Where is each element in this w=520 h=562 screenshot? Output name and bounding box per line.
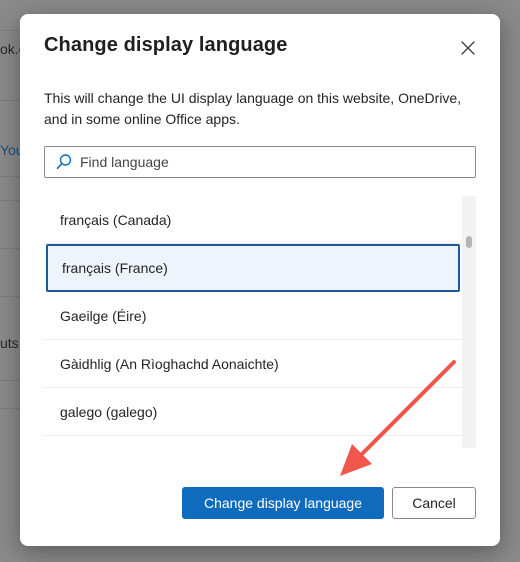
bg-divider [0, 100, 20, 101]
bg-divider [0, 30, 20, 31]
list-item-language[interactable]: Gaeilge (Éire) [44, 292, 462, 340]
close-icon [461, 41, 475, 55]
bg-divider [0, 248, 20, 249]
language-label: français (Canada) [60, 211, 172, 228]
list-item-language[interactable]: français (Canada) [44, 196, 462, 244]
scrollbar-thumb[interactable] [466, 236, 472, 248]
list-item-language[interactable]: Gàidhlig (An Rìoghachd Aonaichte) [44, 340, 462, 388]
bg-fragment-3: uts [0, 335, 19, 351]
change-language-dialog: Change display language This will change… [20, 14, 500, 546]
bg-divider [0, 408, 20, 409]
close-button[interactable] [456, 36, 480, 60]
change-display-language-button[interactable]: Change display language [182, 487, 384, 519]
list-scrollbar[interactable] [462, 196, 476, 448]
language-label: galego (galego) [60, 403, 158, 420]
language-label: Gàidhlig (An Rìoghachd Aonaichte) [60, 355, 279, 372]
list-item-language-selected[interactable]: français (France) [46, 244, 460, 292]
dialog-description: This will change the UI display language… [44, 90, 462, 127]
bg-divider [0, 296, 20, 297]
language-search-box[interactable] [44, 146, 476, 178]
dialog-title: Change display language [44, 34, 288, 56]
search-input[interactable] [80, 149, 475, 175]
bg-divider [0, 380, 20, 381]
language-list[interactable]: français (Canada) français (France) Gaei… [44, 196, 476, 448]
bg-divider [0, 200, 20, 201]
bg-divider [0, 176, 20, 177]
cancel-button[interactable]: Cancel [392, 487, 476, 519]
search-icon [54, 152, 74, 172]
list-item-language[interactable]: galego (galego) [44, 388, 462, 436]
language-label: français (France) [62, 260, 168, 276]
language-label: Gaeilge (Éire) [60, 307, 147, 324]
language-list-items: français (Canada) français (France) Gaei… [44, 196, 462, 436]
